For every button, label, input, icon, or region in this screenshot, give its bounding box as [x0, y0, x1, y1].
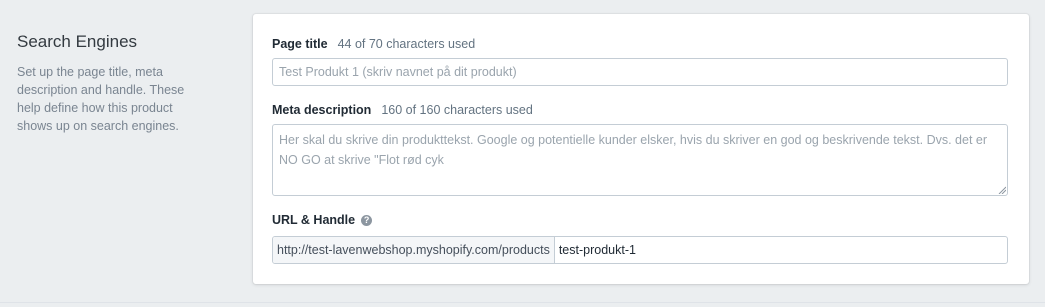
- page-title-label-row: Page title 44 of 70 characters used: [272, 37, 475, 52]
- question-mark-icon[interactable]: ?: [361, 215, 373, 226]
- section-title: Search Engines: [17, 32, 138, 51]
- url-handle-label-row: URL & Handle ?: [272, 213, 373, 228]
- bottom-divider: [0, 302, 1045, 303]
- page-title-counter: 44 of 70 characters used: [337, 37, 476, 51]
- meta-description-placeholder: Her skal du skrive din produkttekst. Goo…: [279, 133, 988, 167]
- seo-card: Page title 44 of 70 characters used Test…: [253, 14, 1029, 284]
- page-title-placeholder: Test Produkt 1 (skriv navnet på dit prod…: [279, 65, 517, 79]
- meta-description-label: Meta description: [272, 103, 372, 117]
- url-prefix: http://test-lavenwebshop.myshopify.com/p…: [273, 237, 555, 263]
- url-handle-input[interactable]: test-produkt-1: [555, 237, 1007, 263]
- section-info: Search Engines Set up the page title, me…: [17, 32, 217, 135]
- meta-description-label-row: Meta description 160 of 160 characters u…: [272, 103, 533, 118]
- section-description: Set up the page title, meta description …: [17, 65, 185, 133]
- resize-grip-icon[interactable]: [998, 186, 1006, 194]
- url-handle-field: http://test-lavenwebshop.myshopify.com/p…: [272, 236, 1008, 264]
- meta-description-counter: 160 of 160 characters used: [381, 103, 533, 117]
- url-handle-label: URL & Handle: [272, 213, 356, 227]
- page-title-label: Page title: [272, 37, 328, 51]
- meta-description-textarea[interactable]: Her skal du skrive din produkttekst. Goo…: [272, 124, 1008, 196]
- page-title-input[interactable]: Test Produkt 1 (skriv navnet på dit prod…: [272, 58, 1008, 86]
